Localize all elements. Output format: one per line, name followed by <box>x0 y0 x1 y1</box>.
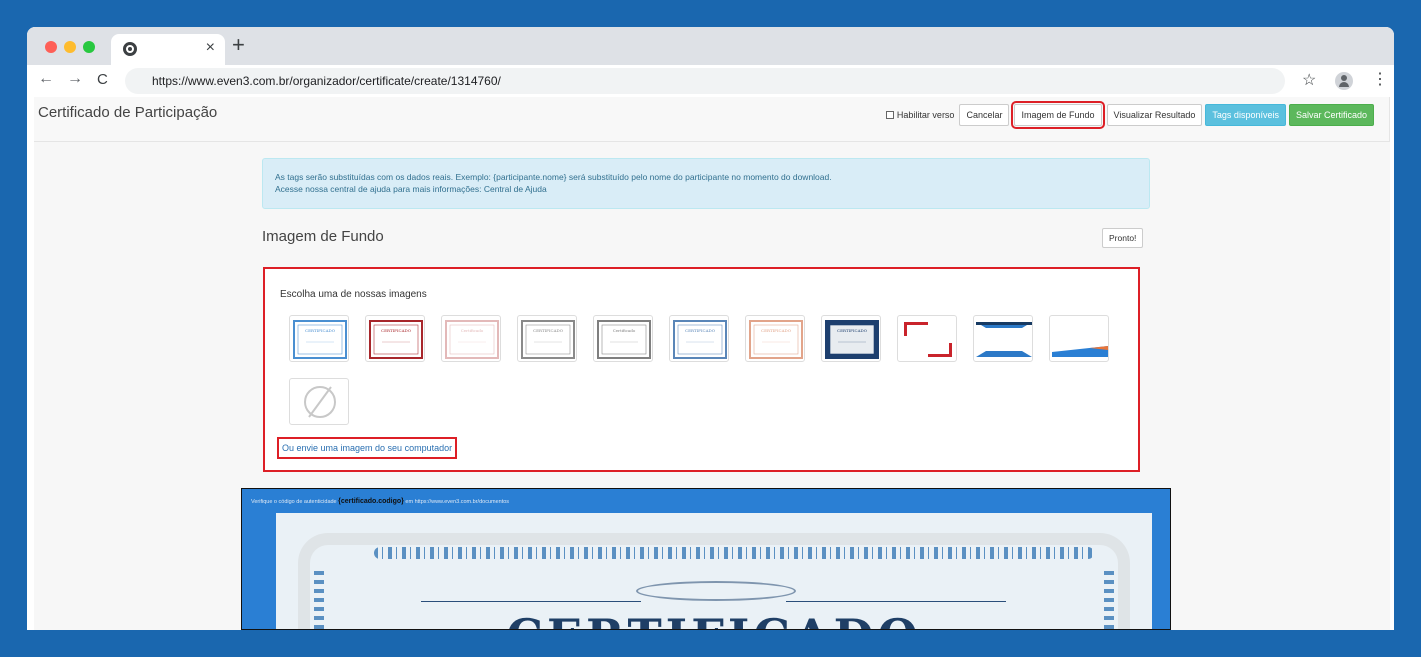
code-tag: {certificado.codigo} <box>338 498 404 505</box>
alert-line-2: Acesse nossa central de ajuda para mais … <box>275 183 1137 195</box>
done-button[interactable]: Pronto! <box>1102 228 1144 248</box>
template-orange-light[interactable]: CERTIFICADO <box>745 315 805 362</box>
page-title: Certificado de Participação <box>38 104 218 121</box>
template-preview: CERTIFICADO <box>293 320 347 359</box>
template-blue-orange[interactable] <box>1049 315 1109 362</box>
address-bar[interactable]: https://www.even3.com.br/organizador/cer… <box>125 68 1285 94</box>
save-certificate-button[interactable]: Salvar Certificado <box>1288 104 1374 126</box>
note-prefix: Verifique o código de autenticidade <box>251 499 339 505</box>
template-preview: CERTIFICADO <box>825 320 879 359</box>
kebab-menu-icon[interactable]: ⋮ <box>1372 69 1388 89</box>
chooser-label: Escolha uma de nossas imagens <box>280 289 427 300</box>
close-window-icon[interactable] <box>45 41 57 53</box>
profile-icon[interactable] <box>1335 72 1353 90</box>
flourish-ornament <box>636 581 796 601</box>
section-title: Imagem de Fundo <box>262 228 384 245</box>
tab-strip: × + <box>27 27 1394 65</box>
checkbox-label: Habilitar verso <box>896 110 955 120</box>
url-text[interactable]: https://www.even3.com.br/organizador/cer… <box>152 74 501 88</box>
svg-text:CERTIFICADO: CERTIFICADO <box>381 328 412 333</box>
template-pink-light[interactable]: Certificado <box>441 315 501 362</box>
template-preview: CERTIFICADO <box>521 320 575 359</box>
chrome-favicon-icon <box>123 42 137 56</box>
alert-line-2-text: Acesse nossa central de ajuda para mais … <box>275 184 484 194</box>
close-icon[interactable]: × <box>206 39 215 57</box>
upload-image-link[interactable]: Ou envie uma imagem do seu computador <box>277 437 458 459</box>
svg-text:CERTIFICADO: CERTIFICADO <box>533 328 564 333</box>
template-gray-ribbon[interactable]: CERTIFICADO <box>517 315 577 362</box>
divider-right <box>786 601 1006 602</box>
maximize-window-icon[interactable] <box>83 41 95 53</box>
no-image-icon <box>304 386 336 418</box>
template-blue-ornate[interactable]: CERTIFICADO <box>669 315 729 362</box>
minimize-window-icon[interactable] <box>64 41 76 53</box>
cancel-button[interactable]: Cancelar <box>959 104 1010 126</box>
svg-text:CERTIFICADO: CERTIFICADO <box>305 328 336 333</box>
svg-text:Certificado: Certificado <box>461 328 484 333</box>
svg-text:CERTIFICADO: CERTIFICADO <box>761 328 792 333</box>
plus-icon[interactable]: + <box>232 34 245 56</box>
template-preview: Certificado <box>597 320 651 359</box>
browser-tab[interactable]: × <box>111 34 225 65</box>
browser-toolbar: ← → C https://www.even3.com.br/organizad… <box>27 65 1394 97</box>
svg-text:CERTIFICADO: CERTIFICADO <box>837 328 868 333</box>
checkbox-icon[interactable] <box>885 111 894 119</box>
authenticity-note: Verifique o código de autenticidade {cer… <box>251 498 509 505</box>
view-result-button[interactable]: Visualizar Resultado <box>1106 104 1203 126</box>
enable-back-checkbox[interactable]: Habilitar verso <box>885 110 955 120</box>
editor-content: As tags serão substituídas com os dados … <box>34 142 1390 630</box>
reload-icon[interactable]: C <box>97 71 108 88</box>
template-red-frame[interactable]: CERTIFICADO <box>365 315 425 362</box>
info-alert: As tags serão substituídas com os dados … <box>262 158 1150 209</box>
certificate-preview: Verifique o código de autenticidade {cer… <box>241 488 1171 630</box>
help-center-link[interactable]: Central de Ajuda <box>484 184 547 194</box>
template-preview <box>976 322 1032 357</box>
template-preview <box>904 322 952 357</box>
available-tags-button[interactable]: Tags disponíveis <box>1205 104 1286 126</box>
background-image-button[interactable]: Imagem de Fundo <box>1011 101 1105 129</box>
divider-left <box>421 601 641 602</box>
ornament-chain <box>374 547 1094 559</box>
template-preview: Certificado <box>445 320 499 359</box>
certificate-paper: CERTIFICADO <box>276 513 1152 629</box>
svg-text:Certificado: Certificado <box>613 328 636 333</box>
note-suffix: em https://www.even3.com.br/documentos <box>403 499 510 505</box>
star-icon[interactable]: ☆ <box>1302 70 1316 90</box>
template-preview: CERTIFICADO <box>749 320 803 359</box>
template-preview: CERTIFICADO <box>673 320 727 359</box>
alert-line-1: As tags serão substituídas com os dados … <box>275 172 832 182</box>
template-preview <box>1052 346 1108 357</box>
certificate-title: CERTIFICADO <box>276 609 1152 629</box>
header-actions: Habilitar verso Cancelar Imagem de Fundo… <box>885 101 1374 129</box>
browser-window: × + ← → C https://www.even3.com.br/organ… <box>27 27 1394 630</box>
background-chooser-panel: Escolha uma de nossas imagens CERTIFICAD… <box>263 267 1140 472</box>
arrow-left-icon[interactable]: ← <box>38 70 54 88</box>
template-dark-blue[interactable]: CERTIFICADO <box>821 315 881 362</box>
svg-text:CERTIFICADO: CERTIFICADO <box>685 328 716 333</box>
editor-header: Certificado de Participação Habilitar ve… <box>34 97 1390 142</box>
template-blue-classic[interactable]: CERTIFICADO <box>289 315 349 362</box>
template-none[interactable] <box>289 378 349 425</box>
template-red-corners[interactable] <box>897 315 957 362</box>
template-blue-bands[interactable] <box>973 315 1033 362</box>
template-preview: CERTIFICADO <box>369 320 423 359</box>
template-gray-dark-frame[interactable]: Certificado <box>593 315 653 362</box>
arrow-right-icon[interactable]: → <box>67 70 83 88</box>
